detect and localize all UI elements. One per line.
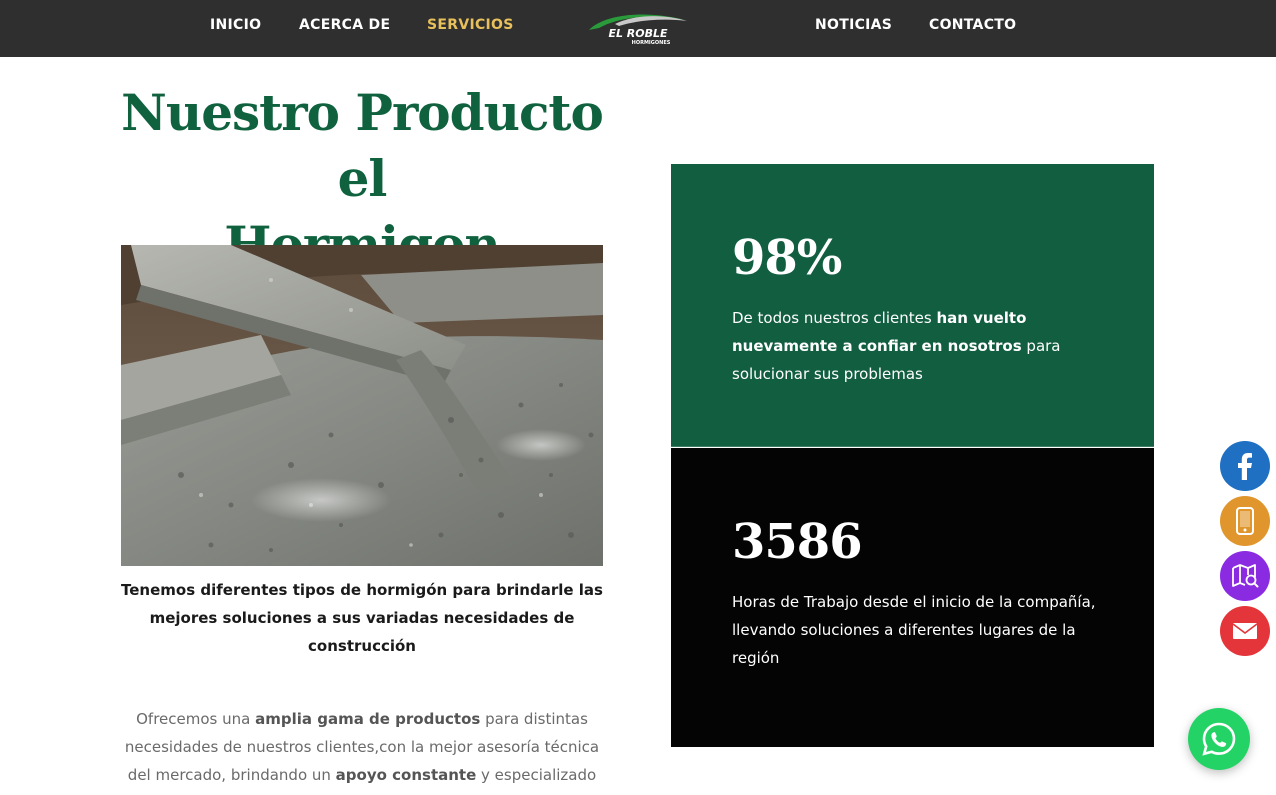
stat-text-clients-pre: De todos nuestros clientes [732, 309, 937, 327]
nav-item-acerca-de[interactable]: ACERCA DE [299, 17, 390, 33]
nav-item-contacto[interactable]: CONTACTO [929, 17, 1016, 33]
desc-line-3-pre: del mercado, brindando un [127, 766, 336, 784]
stat-text-hours: Horas de Trabajo desde el inicio de la c… [732, 593, 1096, 667]
logo-sub-text: HORMIGONES [632, 40, 671, 46]
top-nav-bar: INICIO ACERCA DE SERVICIOS EL ROBLE HORM… [0, 0, 1276, 57]
stat-card-clients: 98% De todos nuestros clientes han vuelt… [671, 164, 1154, 447]
desc-line-1-pre: Ofrecemos una [136, 710, 256, 728]
desc-line-3-post: y especializado [476, 766, 597, 784]
phone-icon [1236, 507, 1254, 535]
desc-line-1-bold: amplia gama de productos [255, 710, 481, 728]
stat-card-hours: 3586 Horas de Trabajo desde el inicio de… [671, 448, 1154, 747]
caption-line-2: mejores soluciones a sus variadas necesi… [149, 609, 575, 627]
map-search-button[interactable] [1220, 551, 1270, 601]
caption-line-1: Tenemos diferentes tipos de hormigón par… [121, 581, 603, 599]
map-search-icon [1232, 564, 1259, 588]
logo-brand-text: EL ROBLE [608, 27, 668, 40]
photo-caption: Tenemos diferentes tipos de hormigón par… [121, 576, 603, 660]
mail-button[interactable] [1220, 606, 1270, 656]
page-title-line-1: Nuestro Producto el [121, 83, 604, 208]
mail-icon [1232, 623, 1258, 639]
desc-line-1-post: para distintas [480, 710, 588, 728]
facebook-icon [1238, 453, 1252, 480]
phone-button[interactable] [1220, 496, 1270, 546]
el-roble-logo-mark: EL ROBLE HORMIGONES [589, 14, 687, 46]
nav-item-noticias[interactable]: NOTICIAS [815, 17, 892, 33]
facebook-button[interactable] [1220, 441, 1270, 491]
brand-logo[interactable]: EL ROBLE HORMIGONES [585, 8, 691, 48]
caption-line-3: construcción [308, 637, 416, 655]
nav-item-servicios[interactable]: SERVICIOS [427, 17, 514, 33]
stat-text-clients: De todos nuestros clientes han vuelto nu… [732, 304, 1104, 388]
whatsapp-button[interactable] [1188, 708, 1250, 770]
stat-number-hours: 3586 [732, 514, 863, 570]
concrete-pour-photo [121, 245, 603, 566]
stat-number-clients: 98% [732, 230, 842, 286]
desc-line-3-bold: apoyo constante [335, 766, 477, 784]
whatsapp-icon [1202, 722, 1236, 756]
desc-line-2: necesidades de nuestros clientes,con la … [124, 738, 600, 756]
products-description: Ofrecemos una amplia gama de productos p… [114, 705, 610, 789]
nav-item-inicio[interactable]: INICIO [210, 17, 261, 33]
